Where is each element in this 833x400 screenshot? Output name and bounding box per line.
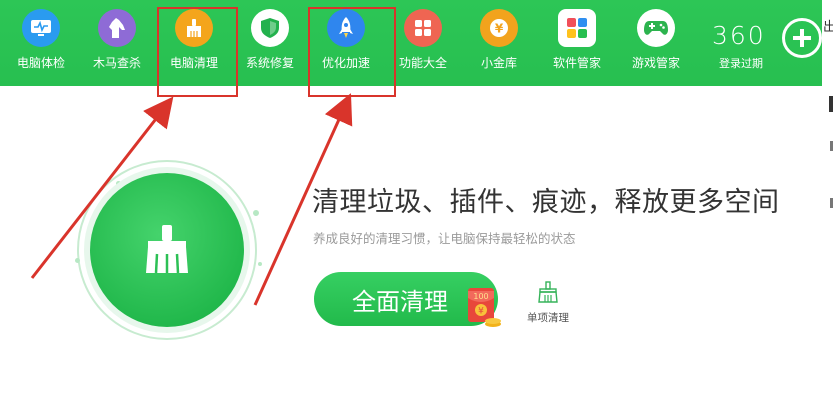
annotation-arrows: [30, 93, 353, 306]
arrow-to-cleanup: [30, 96, 174, 279]
arrow-to-speedup: [253, 93, 353, 306]
